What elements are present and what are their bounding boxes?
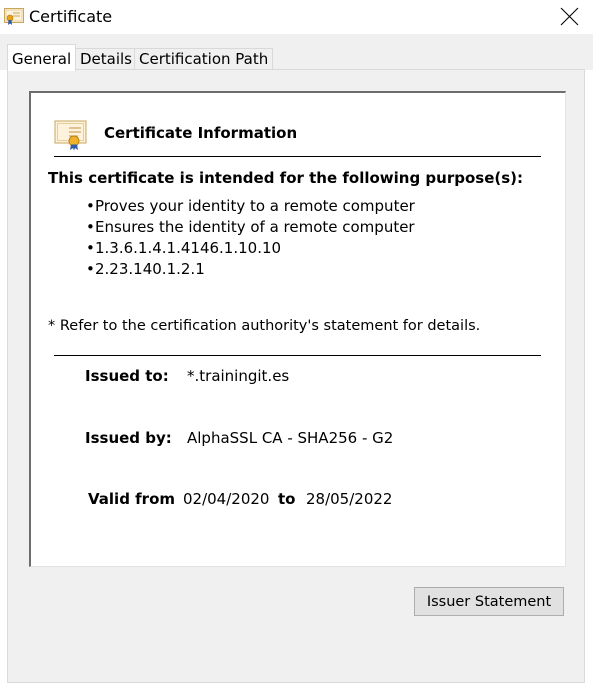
tab-general[interactable]: General xyxy=(7,44,77,71)
issued-to-label: Issued to: xyxy=(85,367,169,385)
issued-to-value: *.trainingit.es xyxy=(187,367,290,385)
list-item: •1.3.6.1.4.1.4146.1.10.10 xyxy=(86,239,282,257)
issued-by-value: AlphaSSL CA - SHA256 - G2 xyxy=(187,429,394,447)
divider xyxy=(54,355,541,356)
list-item: •Proves your identity to a remote comput… xyxy=(86,197,415,215)
refer-note: * Refer to the certification authority's… xyxy=(48,318,481,334)
title-bar: Certificate xyxy=(0,0,593,34)
close-button[interactable] xyxy=(547,0,593,34)
valid-from-label: Valid from xyxy=(88,490,176,508)
purpose-heading: This certificate is intended for the fol… xyxy=(48,169,524,187)
certificate-info-panel: Certificate Information This certificate… xyxy=(29,91,566,567)
issued-by-label: Issued by: xyxy=(85,429,172,447)
divider xyxy=(54,156,541,157)
info-title: Certificate Information xyxy=(104,124,298,142)
list-item: •2.23.140.1.2.1 xyxy=(86,260,205,278)
certificate-icon xyxy=(4,8,24,26)
valid-from-value: 02/04/2020 xyxy=(183,490,270,508)
tab-strip: General Details Certification Path xyxy=(0,34,593,71)
close-icon xyxy=(560,7,579,26)
issuer-statement-button[interactable]: Issuer Statement xyxy=(414,587,564,616)
list-item: •Ensures the identity of a remote comput… xyxy=(86,218,415,236)
valid-to-value: 28/05/2022 xyxy=(306,490,393,508)
purpose-list: •Proves your identity to a remote comput… xyxy=(86,196,415,280)
tab-details[interactable]: Details xyxy=(75,48,138,70)
general-tab-page: Certificate Information This certificate… xyxy=(7,69,585,683)
window-title: Certificate xyxy=(29,7,113,26)
tab-certification-path[interactable]: Certification Path xyxy=(134,48,274,70)
valid-to-label: to xyxy=(278,490,296,508)
certificate-icon xyxy=(54,119,88,151)
